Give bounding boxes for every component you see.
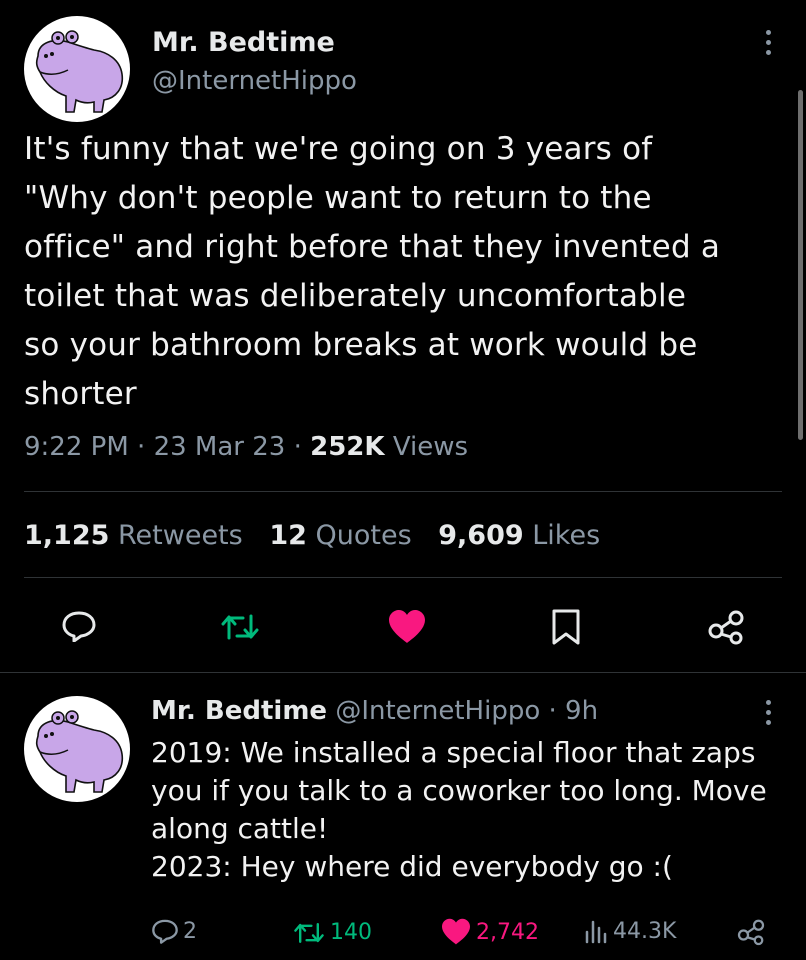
- tweet-text-line: shorter: [24, 376, 137, 412]
- reply-text-line: 2019: We installed a special floor that …: [151, 736, 756, 769]
- display-name[interactable]: Mr. Bedtime: [151, 696, 327, 726]
- retweet-count: 140: [330, 920, 372, 945]
- reply-text-line: you if you talk to a coworker too long. …: [151, 774, 767, 807]
- reply-reply-button[interactable]: 2: [151, 918, 197, 944]
- tweet-text-line: toilet that was deliberately uncomfortab…: [24, 278, 687, 314]
- section-divider: [0, 672, 806, 673]
- reply-icon[interactable]: [61, 610, 97, 642]
- tweet-text-line: "Why don't people want to return to the: [24, 180, 652, 216]
- bookmark-icon[interactable]: [551, 609, 581, 645]
- quotes-stat[interactable]: 12 Quotes: [269, 520, 411, 551]
- reply-text-line: along cattle!: [151, 812, 329, 845]
- tweet-text: It's funny that we're going on 3 years o…: [24, 125, 720, 419]
- avatar[interactable]: [24, 696, 130, 802]
- tweet-text-line: office" and right before that they inven…: [24, 229, 721, 265]
- reply-text: 2019: We installed a special floor that …: [151, 734, 767, 886]
- divider: [24, 491, 782, 492]
- reply-retweet-button[interactable]: 140: [292, 920, 372, 945]
- retweets-stat[interactable]: 1,125 Retweets: [24, 520, 243, 551]
- views-count: 252K: [310, 432, 385, 462]
- share-icon[interactable]: [736, 918, 766, 946]
- like-icon: [440, 918, 472, 946]
- reply-text-line: 2023: Hey where did everybody go :(: [151, 850, 673, 883]
- avatar[interactable]: [24, 16, 130, 122]
- reply-header: Mr. Bedtime @InternetHippo · 9h: [151, 696, 598, 726]
- reply-count: 2: [183, 918, 197, 944]
- reply-icon: [151, 918, 179, 944]
- display-name[interactable]: Mr. Bedtime: [152, 27, 335, 58]
- like-count: 2,742: [476, 919, 539, 945]
- tweet-text-line: so your bathroom breaks at work would be: [24, 327, 698, 363]
- views-icon: [583, 918, 609, 944]
- tweet-stats: 1,125 Retweets 12 Quotes 9,609 Likes: [24, 520, 600, 551]
- retweet-icon[interactable]: [219, 612, 261, 642]
- like-icon[interactable]: [387, 609, 427, 645]
- scrollbar[interactable]: [798, 90, 803, 440]
- handle[interactable]: @InternetHippo: [335, 696, 540, 726]
- divider: [24, 577, 782, 578]
- views-label: Views: [392, 432, 469, 462]
- more-options-icon[interactable]: [763, 700, 773, 730]
- tweet-date[interactable]: 23 Mar 23: [154, 432, 286, 462]
- more-options-icon[interactable]: [763, 30, 773, 60]
- retweet-icon: [292, 921, 326, 945]
- reply-age[interactable]: · 9h: [549, 696, 599, 726]
- tweet-meta: 9:22 PM · 23 Mar 23 · 252K Views: [24, 432, 469, 462]
- share-icon[interactable]: [706, 609, 746, 645]
- hippo-avatar-icon: [35, 30, 124, 113]
- reply-views-button[interactable]: 44.3K: [583, 918, 676, 944]
- hippo-avatar-icon: [35, 710, 124, 793]
- views-count: 44.3K: [613, 918, 677, 944]
- tweet-time[interactable]: 9:22 PM: [24, 432, 129, 462]
- tweet-text-line: It's funny that we're going on 3 years o…: [24, 131, 653, 167]
- likes-stat[interactable]: 9,609 Likes: [438, 520, 600, 551]
- handle[interactable]: @InternetHippo: [152, 66, 357, 96]
- reply-like-button[interactable]: 2,742: [440, 918, 539, 946]
